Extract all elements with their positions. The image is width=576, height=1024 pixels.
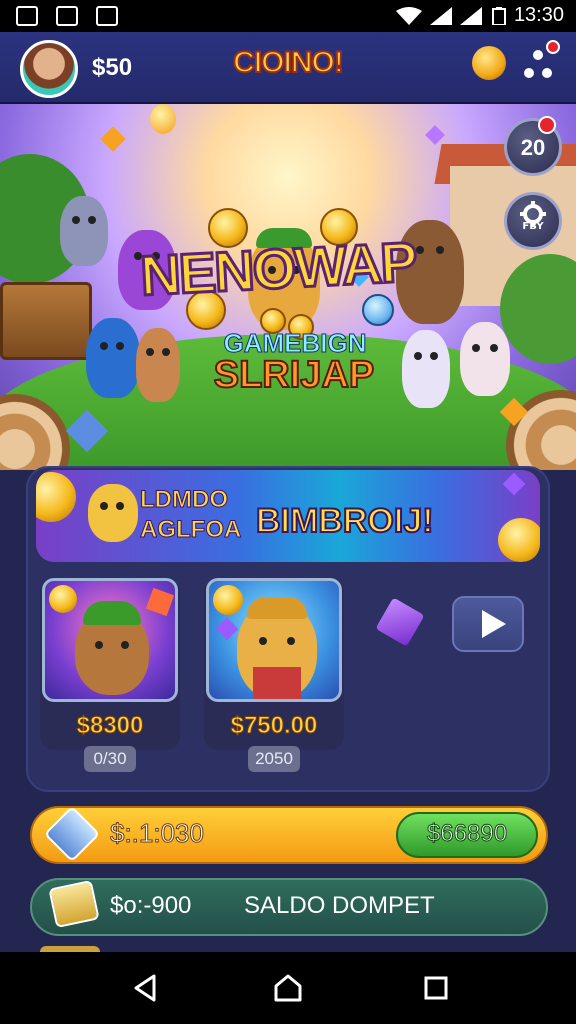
card-price: $750.00 (230, 712, 318, 740)
signal-2-icon (460, 7, 482, 25)
promo-line-2: AGLFOA (139, 516, 242, 544)
wifi-icon (396, 7, 422, 25)
balance-amount: $:.1:030 (110, 818, 205, 849)
gem-icon (425, 125, 445, 145)
status-bar: 13:30 (0, 0, 576, 32)
card-badge: 2050 (248, 746, 300, 772)
gallery-icon (16, 6, 38, 26)
gem-icon (100, 126, 126, 152)
level-alert-icon (538, 116, 556, 134)
fox-character-icon (136, 328, 180, 402)
more-menu-button[interactable] (520, 48, 556, 88)
promo-headline: BIMBROIJ! (255, 501, 435, 541)
app-logo: CIOINO! (232, 45, 345, 80)
settings-button[interactable]: FBY (504, 192, 562, 250)
avatar[interactable] (20, 40, 78, 98)
wallet-amount: $o:-900 (110, 892, 192, 919)
blue-coin-icon (362, 294, 394, 326)
hero-banner[interactable]: NENOWAP 20 FBY (0, 104, 576, 470)
topup-button-label: $66890 (426, 820, 508, 848)
home-icon[interactable] (266, 966, 310, 1010)
chick-character-icon (88, 484, 138, 542)
gem-icon (502, 472, 526, 496)
recents-icon[interactable] (414, 966, 458, 1010)
status-time: 13:30 (513, 4, 564, 26)
game-card[interactable]: $750.00 (204, 578, 344, 750)
image-icon (96, 6, 118, 26)
top-bar: $50 CIOINO! (0, 32, 576, 104)
game-card[interactable]: $8300 (40, 578, 180, 750)
menu-dot-icon (533, 50, 543, 60)
pink-character-icon (460, 322, 510, 396)
system-nav-bar (0, 952, 576, 1024)
notification-badge-icon (546, 40, 560, 54)
gear-icon (520, 201, 546, 227)
crate-icon (0, 282, 92, 360)
play-button[interactable] (452, 596, 524, 652)
level-badge-label: 20 (520, 135, 546, 160)
balloon-icon (150, 104, 176, 134)
play-icon (482, 610, 506, 638)
promo-line-1: LDMDO (140, 486, 229, 514)
battery-icon (492, 7, 506, 25)
card-badge: 0/30 (84, 746, 136, 772)
coin-icon (498, 518, 540, 562)
back-icon[interactable] (124, 966, 168, 1010)
header-balance: $50 (92, 54, 133, 81)
coin-icon[interactable] (472, 46, 506, 80)
coin-icon (36, 472, 76, 522)
menu-dot-icon (524, 68, 534, 78)
wolf-character-icon (60, 196, 108, 266)
menu-dot-icon (542, 68, 552, 78)
game-card-image (42, 578, 178, 702)
blue-character-icon (86, 318, 140, 398)
wallet-label: SALDO DOMPET (244, 892, 435, 919)
notification-icon (56, 6, 78, 26)
game-card-image (206, 578, 342, 702)
app-root: 13:30 $50 CIOINO! NENOWAP 20 GAMEBIGN SL… (0, 0, 576, 1024)
card-price: $8300 (76, 712, 144, 740)
hero-subtitle-2: SLRIJAP (213, 353, 375, 397)
white-cat-character-icon (402, 330, 450, 408)
signal-icon (430, 7, 452, 25)
